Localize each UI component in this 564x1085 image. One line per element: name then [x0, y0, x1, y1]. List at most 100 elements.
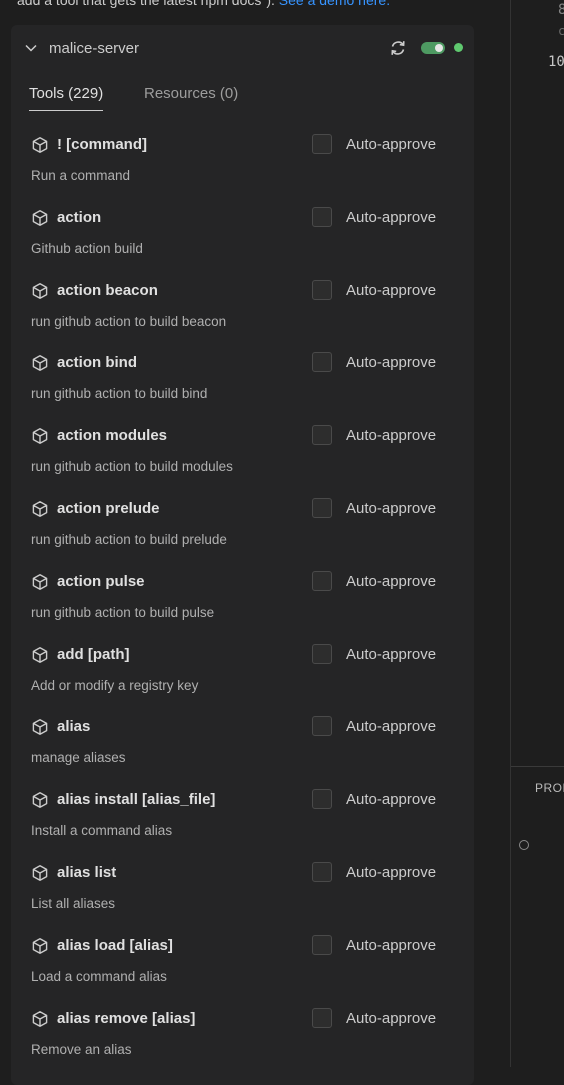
tool-item: action prelude run github action to build… — [11, 491, 474, 564]
package-icon — [32, 501, 48, 517]
tool-name: alias remove [alias] — [57, 1010, 196, 1027]
tool-name: action beacon — [57, 282, 158, 299]
tool-name: action modules — [57, 427, 168, 444]
tool-name: action bind — [57, 354, 137, 371]
auto-approve-checkbox[interactable] — [312, 789, 332, 809]
editor-pane: 8 c 10 PROB — [511, 0, 564, 1067]
tool-description: run github action to build bind — [31, 386, 208, 401]
package-icon — [32, 355, 48, 371]
auto-approve-label[interactable]: Auto-approve — [346, 573, 436, 590]
package-icon — [32, 865, 48, 881]
auto-approve-label[interactable]: Auto-approve — [346, 354, 436, 371]
tool-description: List all aliases — [31, 896, 116, 911]
tool-description: run github action to build prelude — [31, 532, 227, 547]
refresh-icon[interactable] — [388, 38, 408, 58]
auto-approve-checkbox[interactable] — [312, 280, 332, 300]
auto-approve-label[interactable]: Auto-approve — [346, 282, 436, 299]
auto-approve-label[interactable]: Auto-approve — [346, 500, 436, 517]
tool-name: add [path] — [57, 646, 130, 663]
auto-approve-label[interactable]: Auto-approve — [346, 937, 436, 954]
tool-item: alias install [alias_file] Install a comm… — [11, 782, 474, 855]
tab-tools[interactable]: Tools (229) — [29, 85, 104, 111]
tool-description: Add or modify a registry key — [31, 678, 199, 693]
server-name: malice-server — [49, 40, 140, 57]
package-icon — [32, 647, 48, 663]
tool-item: action modules run github action to build… — [11, 418, 474, 491]
tool-item: alias list List all aliases Auto-approve — [11, 855, 474, 928]
auto-approve-label[interactable]: Auto-approve — [346, 864, 436, 881]
auto-approve-checkbox[interactable] — [312, 498, 332, 518]
tool-description: run github action to build beacon — [31, 314, 227, 329]
auto-approve-label[interactable]: Auto-approve — [346, 1010, 436, 1027]
tool-description: run github action to build pulse — [31, 605, 215, 620]
package-icon — [32, 719, 48, 735]
tool-description: Github action build — [31, 241, 143, 256]
tab-tools-label: Tools (229) — [29, 85, 104, 102]
tool-item: action pulse run github action to build p… — [11, 564, 474, 637]
tool-name: alias — [57, 718, 91, 735]
package-icon — [32, 574, 48, 590]
tab-resources-label: Resources (0) — [144, 85, 239, 102]
package-icon — [32, 428, 48, 444]
tool-item: action beacon run github action to build … — [11, 273, 474, 346]
auto-approve-checkbox[interactable] — [312, 352, 332, 372]
package-icon — [32, 137, 48, 153]
intro-text-body: add a tool that gets the latest npm docs… — [17, 0, 279, 8]
tool-description: Install a command alias — [31, 823, 173, 838]
server-enable-toggle[interactable] — [421, 42, 445, 54]
tool-item: action Github action build Auto-approve — [11, 200, 474, 273]
auto-approve-checkbox[interactable] — [312, 1008, 332, 1028]
active-tab-underline — [29, 110, 104, 111]
tool-item: alias remove [alias] Remove an alias Auto-… — [11, 1001, 474, 1074]
tool-description: Remove an alias — [31, 1042, 132, 1057]
tool-name: action pulse — [57, 573, 145, 590]
tool-description: Load a command alias — [31, 969, 167, 984]
line-number: 10 — [548, 54, 564, 70]
tab-problems[interactable]: PROB — [535, 781, 564, 795]
tool-name: ! [command] — [57, 136, 147, 153]
server-tabs: Tools (229) Resources (0) — [11, 82, 474, 114]
line-number: 8 — [558, 2, 564, 18]
auto-approve-checkbox[interactable] — [312, 207, 332, 227]
tab-resources[interactable]: Resources (0) — [144, 85, 238, 102]
tool-name: alias list — [57, 864, 117, 881]
package-icon — [32, 210, 48, 226]
auto-approve-label[interactable]: Auto-approve — [346, 427, 436, 444]
server-card: malice-server Tools (229) Resources (0) … — [11, 25, 474, 1085]
tool-item: ! [command] Run a command Auto-approve — [11, 127, 474, 200]
package-icon — [32, 283, 48, 299]
auto-approve-checkbox[interactable] — [312, 425, 332, 445]
auto-approve-label[interactable]: Auto-approve — [346, 136, 436, 153]
auto-approve-checkbox[interactable] — [312, 134, 332, 154]
package-icon — [32, 792, 48, 808]
auto-approve-checkbox[interactable] — [312, 571, 332, 591]
tool-item: action bind run github action to build bi… — [11, 345, 474, 418]
tool-name: action prelude — [57, 500, 160, 517]
tool-description: run github action to build modules — [31, 459, 233, 474]
auto-approve-label[interactable]: Auto-approve — [346, 209, 436, 226]
tool-description: Run a command — [31, 168, 131, 183]
toggle-knob — [435, 44, 443, 52]
auto-approve-label[interactable]: Auto-approve — [346, 718, 436, 735]
intro-text: add a tool that gets the latest npm docs… — [17, 0, 390, 8]
package-icon — [32, 1011, 48, 1027]
auto-approve-checkbox[interactable] — [312, 935, 332, 955]
tool-item: add [path] Add or modify a registry key Au… — [11, 637, 474, 710]
panel-divider — [511, 766, 564, 767]
auto-approve-label[interactable]: Auto-approve — [346, 646, 436, 663]
auto-approve-checkbox[interactable] — [312, 862, 332, 882]
auto-approve-checkbox[interactable] — [312, 644, 332, 664]
demo-link[interactable]: See a demo here. — [279, 0, 390, 8]
status-circle-icon — [519, 840, 529, 850]
tool-item: alias load [alias] Load a command alias Au… — [11, 928, 474, 1001]
tool-name: action — [57, 209, 102, 226]
server-status-dot — [454, 43, 463, 52]
tool-name: alias install [alias_file] — [57, 791, 216, 808]
server-header[interactable]: malice-server — [11, 25, 474, 71]
auto-approve-label[interactable]: Auto-approve — [346, 791, 436, 808]
mcp-servers-pane: add a tool that gets the latest npm docs… — [0, 0, 510, 1085]
auto-approve-checkbox[interactable] — [312, 716, 332, 736]
tool-name: alias load [alias] — [57, 937, 173, 954]
chevron-down-icon[interactable] — [24, 41, 38, 55]
line-number: c — [558, 24, 564, 38]
